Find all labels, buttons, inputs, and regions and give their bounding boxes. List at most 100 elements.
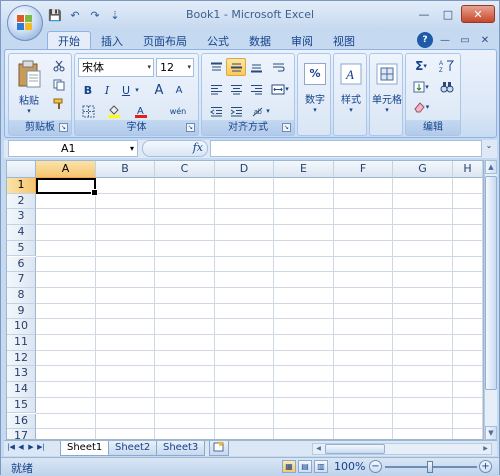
font-family-select[interactable]: 宋体 ▾: [78, 58, 154, 77]
vertical-scrollbar[interactable]: ▲ ▼: [484, 160, 497, 440]
shrink-font-button[interactable]: A: [169, 81, 189, 99]
styles-button[interactable]: A 样式 ▾: [336, 58, 366, 118]
row-header[interactable]: 10: [7, 319, 36, 335]
copy-button[interactable]: [49, 76, 69, 94]
doc-minimize-button[interactable]: —: [437, 32, 453, 48]
sheet-tab[interactable]: Sheet3: [156, 441, 206, 456]
row-header[interactable]: 11: [7, 335, 36, 351]
row-header[interactable]: 6: [7, 256, 36, 273]
font-size-select[interactable]: 12 ▾: [156, 58, 194, 77]
sort-filter-button[interactable]: AZ: [434, 57, 460, 75]
vertical-scroll-thumb[interactable]: [485, 176, 497, 390]
prev-sheet-icon[interactable]: ◀: [17, 443, 25, 451]
merge-center-button[interactable]: ▾: [268, 80, 292, 98]
last-sheet-icon[interactable]: ▶|: [37, 443, 45, 451]
column-header[interactable]: A: [36, 161, 96, 178]
row-header[interactable]: 1: [7, 178, 36, 194]
tab-5[interactable]: 审阅: [281, 31, 323, 50]
scroll-left-icon[interactable]: ◀: [313, 444, 324, 454]
align-middle-button[interactable]: [226, 58, 246, 76]
row-header[interactable]: 9: [7, 303, 36, 320]
column-header[interactable]: B: [96, 161, 155, 178]
worksheet-grid[interactable]: A B C D E F G H 1 2 3 4 5 6 7 8 9 10 11 12 13 14 15 16 17: [6, 160, 484, 440]
phonetic-button[interactable]: wén: [165, 102, 191, 120]
align-bottom-button[interactable]: [246, 58, 266, 76]
column-header[interactable]: D: [215, 161, 274, 178]
maximize-button[interactable]: □: [437, 5, 459, 23]
row-header[interactable]: 15: [7, 397, 36, 414]
row-header[interactable]: 16: [7, 413, 36, 430]
next-sheet-icon[interactable]: ▶: [27, 443, 35, 451]
alignment-launcher-icon[interactable]: ↘: [282, 123, 291, 132]
name-box[interactable]: A1 ▾: [8, 140, 138, 157]
active-cell[interactable]: [36, 178, 98, 196]
page-layout-view-icon[interactable]: ▤: [298, 460, 312, 473]
row-header[interactable]: 5: [7, 240, 36, 257]
row-header[interactable]: 13: [7, 366, 36, 383]
column-header[interactable]: C: [155, 161, 215, 178]
column-header[interactable]: F: [334, 161, 393, 178]
row-header[interactable]: 8: [7, 287, 36, 304]
decrease-indent-button[interactable]: [206, 102, 226, 120]
column-header[interactable]: E: [274, 161, 334, 178]
expand-formula-bar-icon[interactable]: ⌄: [483, 141, 495, 155]
sheet-tab[interactable]: Sheet2: [108, 441, 158, 456]
help-icon[interactable]: ?: [417, 32, 433, 48]
zoom-level[interactable]: 100%: [334, 460, 365, 473]
normal-view-icon[interactable]: ▦: [282, 460, 296, 473]
column-header[interactable]: G: [393, 161, 453, 178]
format-painter-button[interactable]: [49, 95, 69, 113]
select-all-button[interactable]: [7, 161, 36, 178]
page-break-view-icon[interactable]: ▥: [314, 460, 328, 473]
autosum-button[interactable]: Σ ▾: [409, 57, 433, 75]
cut-button[interactable]: [49, 57, 69, 75]
scroll-up-icon[interactable]: ▲: [485, 160, 497, 174]
tab-4[interactable]: 数据: [239, 31, 281, 50]
font-color-button[interactable]: A: [131, 102, 151, 120]
scroll-right-icon[interactable]: ▶: [480, 444, 491, 454]
cells-button[interactable]: 单元格 ▾: [372, 58, 402, 118]
number-format-button[interactable]: % 数字 ▾: [300, 58, 330, 118]
tab-6[interactable]: 视图: [323, 31, 365, 50]
tab-2[interactable]: 页面布局: [133, 31, 197, 50]
horizontal-scrollbar[interactable]: ◀ ▶: [312, 443, 492, 455]
row-header[interactable]: 14: [7, 382, 36, 398]
clear-button[interactable]: ▾: [409, 98, 433, 116]
grow-font-button[interactable]: A: [149, 81, 169, 99]
column-header[interactable]: H: [453, 161, 483, 178]
fill-button[interactable]: ▾: [409, 78, 433, 96]
row-header[interactable]: 7: [7, 272, 36, 288]
tab-3[interactable]: 公式: [197, 31, 239, 50]
bold-button[interactable]: B: [78, 81, 98, 99]
close-button[interactable]: ✕: [461, 5, 495, 23]
align-center-button[interactable]: [226, 80, 246, 98]
insert-function-button[interactable]: fx: [142, 140, 208, 157]
borders-button[interactable]: [78, 102, 98, 120]
row-header[interactable]: 12: [7, 350, 36, 367]
row-header[interactable]: 3: [7, 209, 36, 226]
paste-button[interactable]: 粘贴 ▾: [12, 56, 46, 118]
zoom-in-icon[interactable]: +: [479, 460, 492, 473]
row-header[interactable]: 2: [7, 193, 36, 210]
zoom-slider-thumb[interactable]: [427, 461, 433, 473]
horizontal-scroll-thumb[interactable]: [325, 444, 385, 454]
office-button[interactable]: [7, 5, 43, 41]
find-select-button[interactable]: [434, 78, 460, 96]
clipboard-launcher-icon[interactable]: ↘: [59, 123, 68, 132]
row-header[interactable]: 17: [7, 429, 36, 439]
first-sheet-icon[interactable]: |◀: [7, 443, 15, 451]
underline-dropdown-icon[interactable]: ▾: [132, 81, 142, 99]
increase-indent-button[interactable]: [226, 102, 246, 120]
wrap-text-button[interactable]: [268, 58, 288, 76]
insert-sheet-button[interactable]: [209, 441, 229, 456]
tab-1[interactable]: 插入: [91, 31, 133, 50]
tab-0[interactable]: 开始: [47, 31, 91, 50]
sheet-tab[interactable]: Sheet1: [60, 441, 110, 456]
formula-input[interactable]: [210, 140, 482, 157]
doc-close-button[interactable]: ✕: [477, 32, 493, 48]
scroll-down-icon[interactable]: ▼: [485, 426, 497, 440]
align-left-button[interactable]: [206, 80, 226, 98]
align-right-button[interactable]: [246, 80, 266, 98]
font-launcher-icon[interactable]: ↘: [186, 123, 195, 132]
align-top-button[interactable]: [206, 58, 226, 76]
